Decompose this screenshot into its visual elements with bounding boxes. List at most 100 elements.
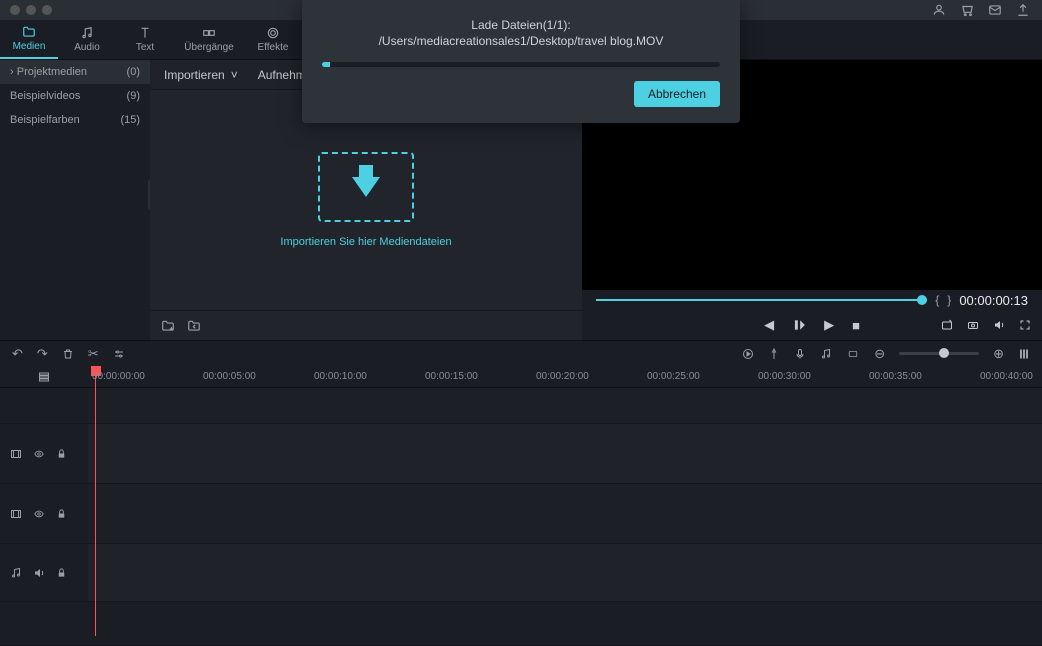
zoom-thumb[interactable] (939, 348, 949, 358)
sidebar-item-count: (15) (120, 114, 140, 126)
ruler-tick: 00:00:15:00 (425, 371, 478, 382)
audio-mixer-icon[interactable] (820, 348, 832, 360)
visibility-icon[interactable] (32, 449, 46, 459)
voiceover-icon[interactable] (794, 348, 806, 360)
next-frame-button[interactable]: ▶ (824, 317, 834, 333)
cart-icon[interactable] (960, 3, 974, 17)
timeline-ruler[interactable]: 00:00:00:00 00:00:05:00 00:00:10:00 00:0… (88, 366, 1042, 387)
preview-right-controls (940, 319, 1032, 331)
tab-uebergaenge[interactable]: Übergänge (174, 20, 244, 59)
maximize-window-button[interactable] (42, 5, 52, 15)
redo-button[interactable]: ↷ (37, 346, 48, 362)
zoom-out-button[interactable]: ⊖ (874, 346, 885, 362)
chevron-down-icon: ˅ (231, 68, 238, 82)
track-body[interactable] (88, 544, 1042, 601)
text-icon (138, 26, 152, 40)
sidebar-item-count: (0) (127, 66, 140, 78)
delete-button[interactable] (62, 348, 74, 360)
track-head (0, 424, 88, 483)
fullscreen-icon[interactable] (1018, 319, 1032, 331)
track-body[interactable] (88, 388, 1042, 423)
ruler-tick: 00:00:40:00 (980, 371, 1033, 382)
ruler-tick: 00:00:25:00 (647, 371, 700, 382)
sidebar-item-beispielvideos[interactable]: Beispielvideos (9) (0, 84, 150, 108)
ruler-tick: 00:00:10:00 (314, 371, 367, 382)
titlebar-actions (932, 3, 1042, 17)
lock-icon[interactable] (56, 448, 67, 460)
lock-icon[interactable] (56, 508, 67, 520)
lock-icon[interactable] (56, 567, 67, 579)
snapshot-icon[interactable] (940, 319, 954, 331)
render-icon[interactable] (742, 348, 754, 360)
track-body[interactable] (88, 484, 1042, 543)
video-track-icon[interactable] (10, 448, 22, 460)
drop-box-icon (318, 152, 414, 222)
tab-medien[interactable]: Medien (0, 20, 58, 59)
mail-icon[interactable] (988, 3, 1002, 17)
aspect-ratio-icon[interactable] (846, 349, 860, 359)
transition-icon (201, 26, 217, 40)
ruler-tick: 00:00:05:00 (203, 371, 256, 382)
tab-label: Text (136, 42, 154, 53)
close-window-button[interactable] (10, 5, 20, 15)
upload-icon[interactable] (1016, 3, 1030, 17)
ruler-tick: 00:00:00:00 (92, 371, 145, 382)
timeline-tracks (0, 388, 1042, 646)
media-drop-zone[interactable]: Importieren Sie hier Mediendateien (150, 90, 582, 310)
marker-icon[interactable] (768, 348, 780, 360)
tab-label: Audio (74, 42, 100, 53)
camera-icon[interactable] (966, 319, 980, 331)
cancel-button[interactable]: Abbrechen (634, 81, 720, 107)
volume-icon[interactable] (992, 319, 1006, 331)
ruler-tick: 00:00:35:00 (869, 371, 922, 382)
preview-scrub-track[interactable] (596, 299, 927, 301)
play-pause-button[interactable] (792, 318, 806, 332)
timeline-settings-icon[interactable] (1018, 347, 1030, 361)
track-spacer (0, 388, 1042, 424)
sidebar-item-label: Beispielvideos (10, 90, 80, 102)
progress-bar (322, 62, 720, 67)
open-folder-icon[interactable] (186, 319, 202, 333)
preview-scrub-handle[interactable] (917, 295, 927, 305)
track-spacer-bottom (0, 602, 1042, 646)
tab-label: Medien (13, 41, 46, 52)
adjust-icon[interactable] (113, 348, 125, 360)
preview-timecode: 00:00:00:13 (959, 293, 1028, 308)
sidebar-item-projektmedien[interactable]: › Projektmedien (0) (0, 60, 150, 84)
audio-track-icon[interactable] (10, 567, 22, 579)
video-track-icon[interactable] (10, 508, 22, 520)
undo-button[interactable]: ↶ (12, 346, 23, 362)
zoom-in-button[interactable]: ⊕ (993, 346, 1004, 362)
sidebar-item-beispielfarben[interactable]: Beispielfarben (15) (0, 108, 150, 132)
visibility-icon[interactable] (32, 509, 46, 519)
playhead-line (95, 376, 96, 636)
timeline-ruler-row: 00:00:00:00 00:00:05:00 00:00:10:00 00:0… (0, 366, 1042, 388)
split-button[interactable]: ✂ (88, 346, 99, 362)
video-track-1 (0, 424, 1042, 484)
import-button[interactable]: Importieren ˅ (164, 68, 238, 82)
mark-in-icon[interactable]: { (935, 293, 939, 307)
track-body[interactable] (88, 424, 1042, 483)
timeline-toolbar: ↶ ↷ ✂ ⊖ ⊕ (0, 340, 1042, 366)
drop-zone-text: Importieren Sie hier Mediendateien (280, 236, 451, 248)
mute-icon[interactable] (32, 567, 46, 579)
ruler-gutter (0, 366, 88, 387)
zoom-slider[interactable] (899, 352, 979, 355)
add-folder-icon[interactable] (160, 319, 176, 333)
stop-button[interactable]: ■ (852, 318, 860, 333)
tab-effekte[interactable]: Effekte (244, 20, 302, 59)
track-head (0, 388, 88, 423)
video-track-2 (0, 484, 1042, 544)
user-icon[interactable] (932, 3, 946, 17)
preview-scrub-bar: { } 00:00:00:13 (582, 290, 1042, 310)
minimize-window-button[interactable] (26, 5, 36, 15)
tab-audio[interactable]: Audio (58, 20, 116, 59)
dialog-title: Lade Dateien(1/1): (322, 18, 720, 32)
mark-out-icon[interactable]: } (947, 293, 951, 307)
tab-text[interactable]: Text (116, 20, 174, 59)
manage-tracks-icon[interactable] (37, 371, 51, 383)
import-label: Importieren (164, 68, 225, 82)
music-icon (80, 26, 94, 40)
prev-frame-button[interactable]: ◀ (764, 317, 774, 333)
progress-fill (322, 62, 330, 67)
